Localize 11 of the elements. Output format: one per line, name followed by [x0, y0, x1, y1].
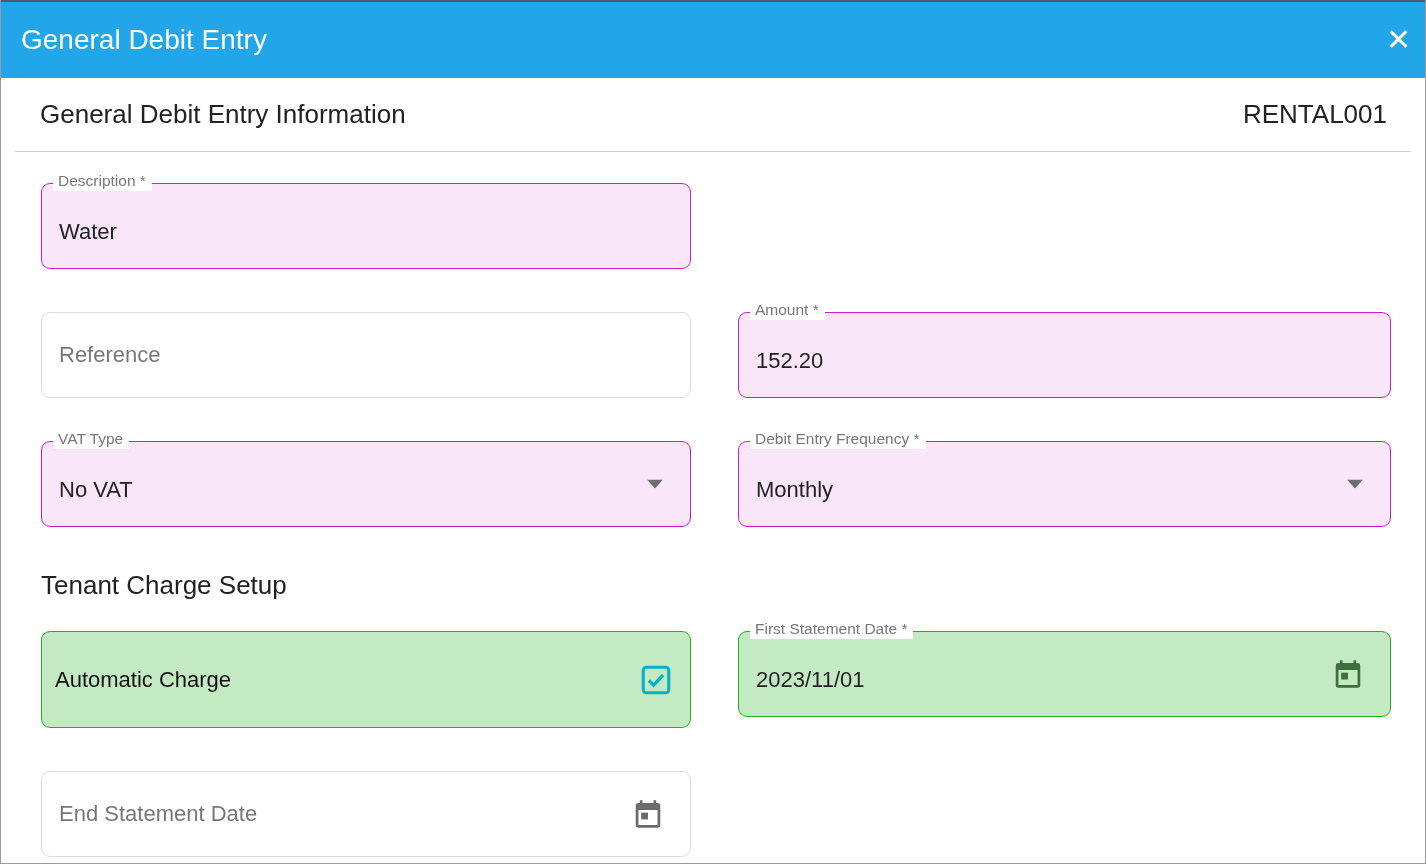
- section-heading: Tenant Charge Setup: [41, 570, 288, 600]
- section-title: General Debit Entry Information: [40, 98, 406, 131]
- checkbox-field[interactable]: Automatic Charge: [41, 631, 691, 728]
- record-code: RENTAL001: [1242, 98, 1387, 131]
- dropdown-caret-icon[interactable]: [1347, 479, 1363, 489]
- calendar-icon[interactable]: [1333, 659, 1363, 689]
- input-field[interactable]: Reference: [41, 312, 691, 398]
- calendar-icon[interactable]: [633, 799, 663, 829]
- date-field[interactable]: End Statement Date: [41, 771, 691, 857]
- dropdown-caret-icon[interactable]: [647, 479, 663, 489]
- dialog-title: General Debit Entry: [21, 23, 267, 57]
